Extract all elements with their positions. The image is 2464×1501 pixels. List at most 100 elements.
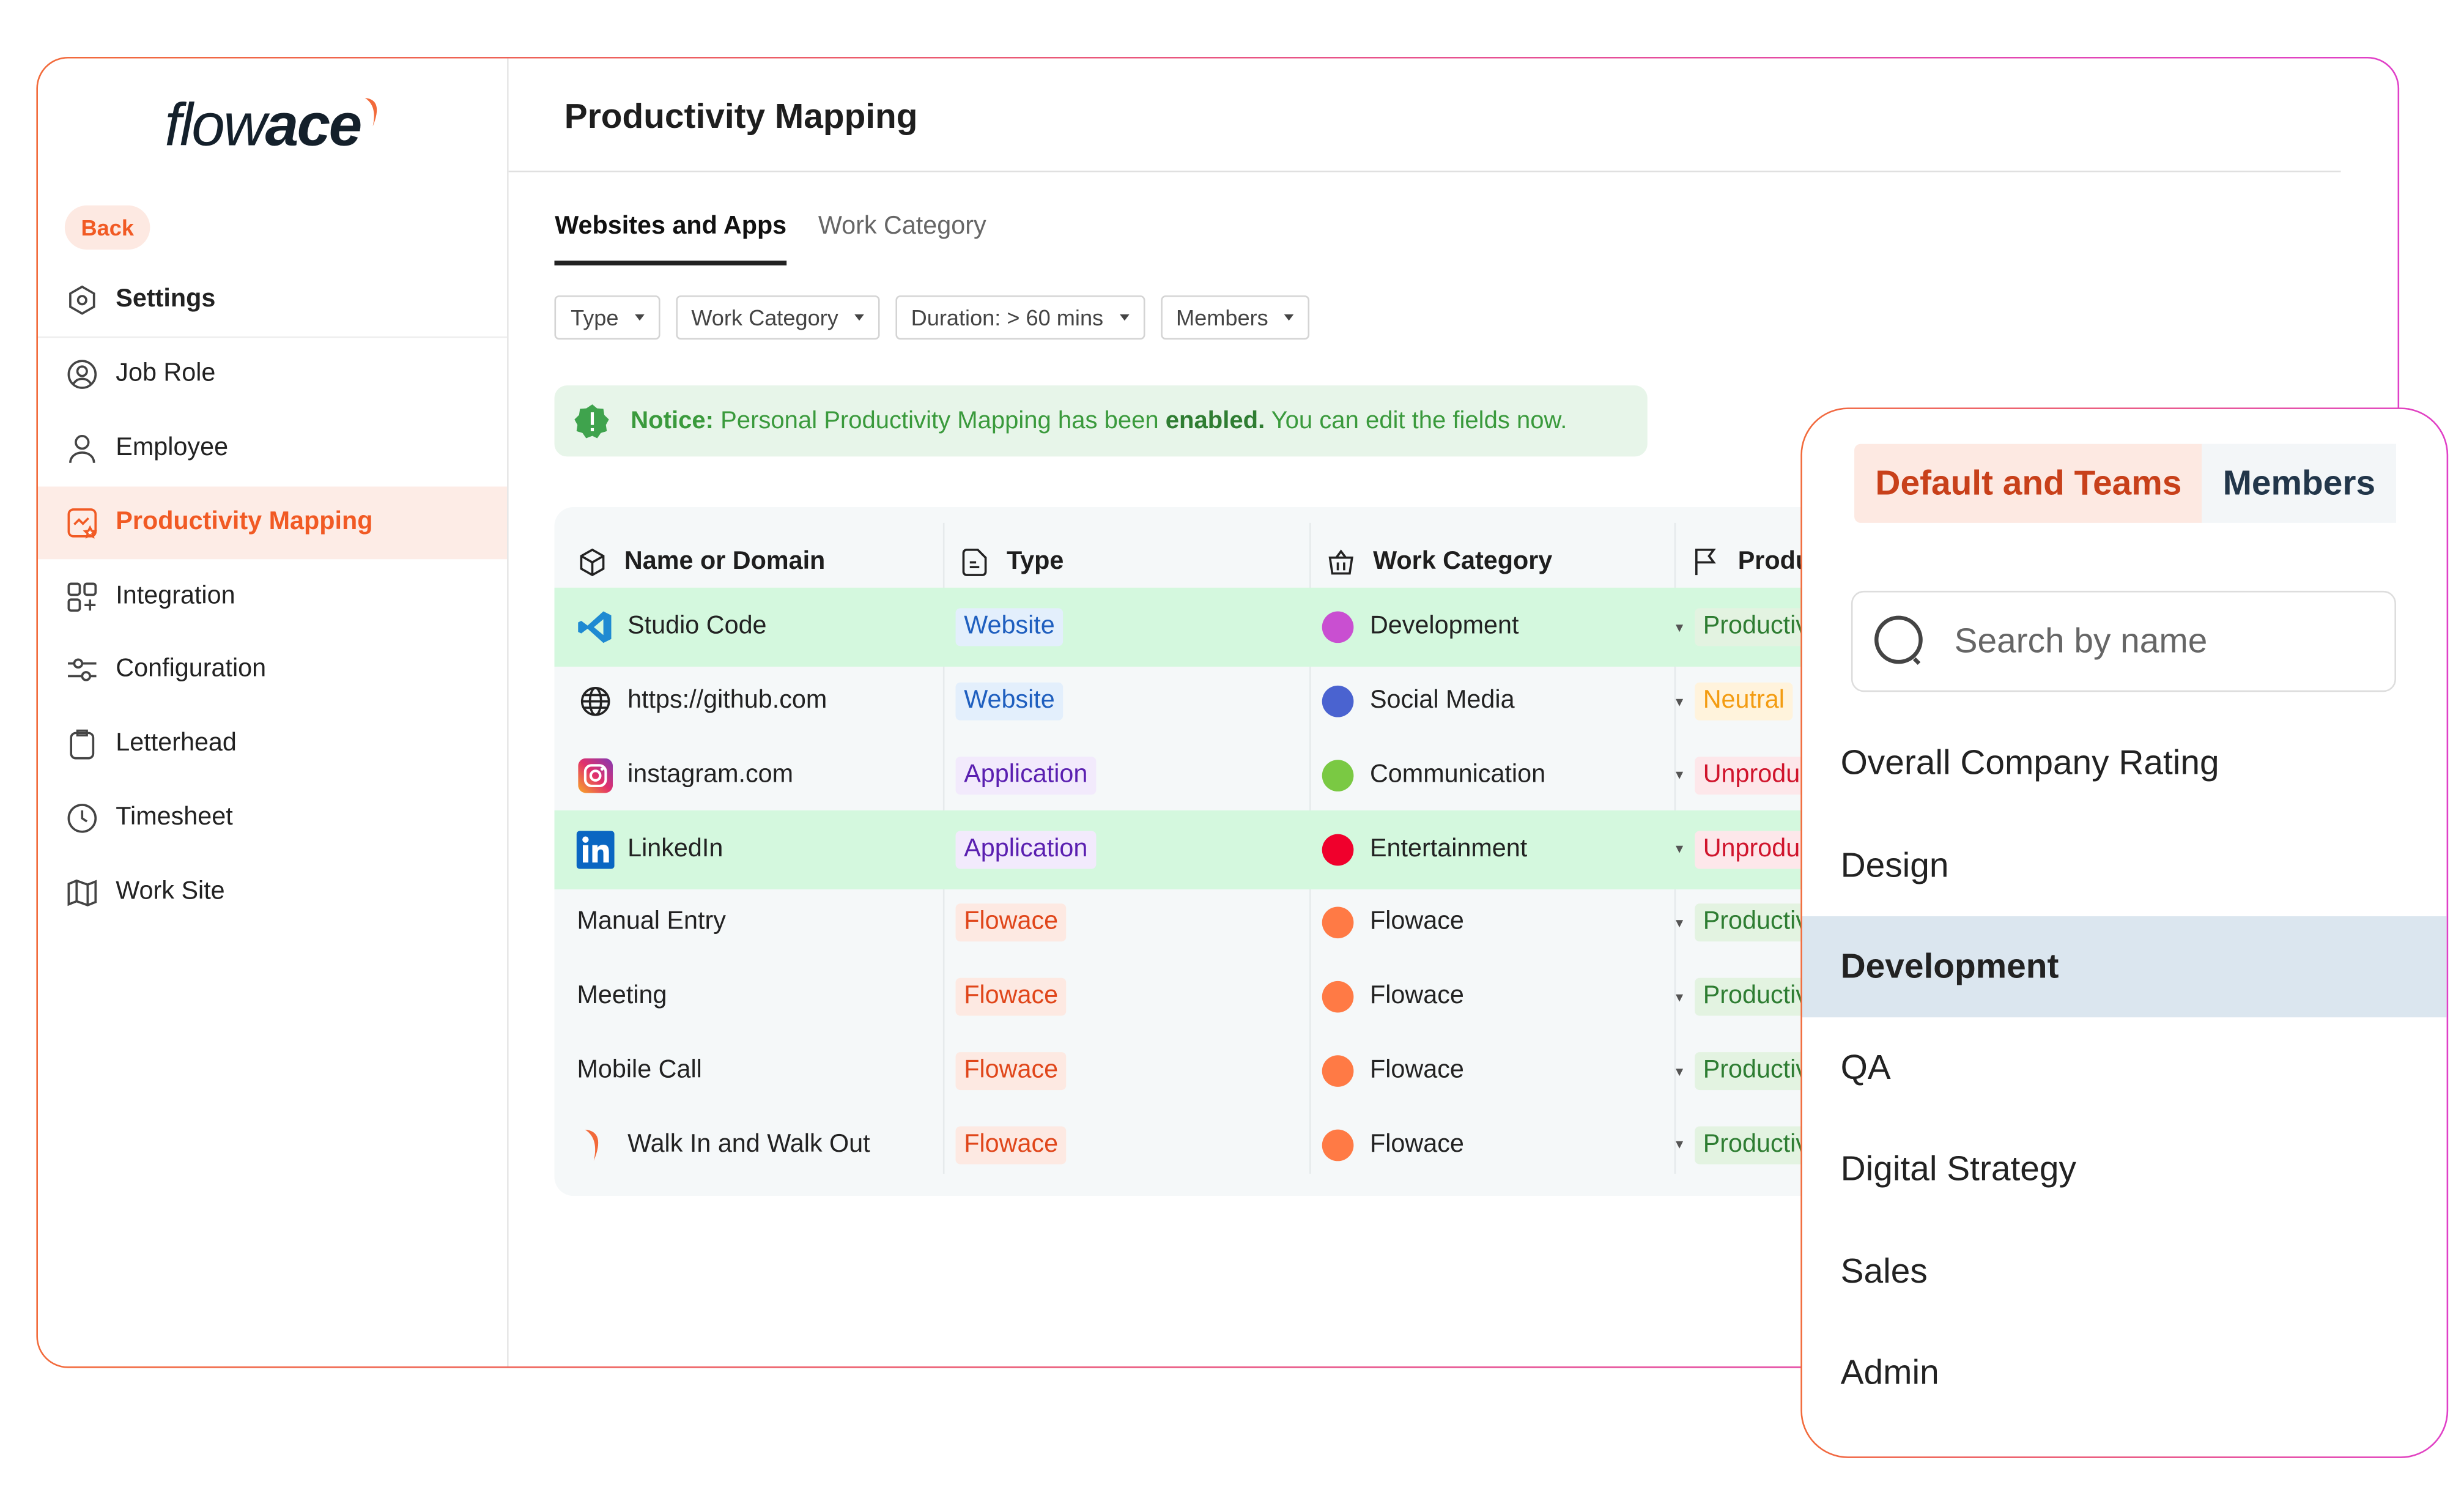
tab-websites-and-apps[interactable]: Websites and Apps bbox=[555, 213, 787, 266]
sliders-icon bbox=[67, 654, 98, 686]
productivity-dropdown[interactable]: Productiv bbox=[1695, 978, 1816, 1017]
productivity-dropdown[interactable]: Productiv bbox=[1695, 1052, 1816, 1091]
team-option[interactable]: Sales bbox=[1803, 1221, 2446, 1322]
sidebar-item-work-site[interactable]: Work Site bbox=[39, 857, 508, 930]
caret-down-icon[interactable]: ▼ bbox=[1673, 842, 1685, 856]
back-button[interactable]: Back bbox=[65, 206, 150, 250]
filter-dropdown[interactable]: Work Category bbox=[675, 295, 879, 341]
filter-dropdown[interactable]: Type bbox=[555, 295, 660, 341]
sidebar-item-employee[interactable]: Employee bbox=[39, 413, 508, 486]
sidebar-item-job-role[interactable]: Job Role bbox=[39, 338, 508, 411]
productivity-dropdown[interactable]: Productiv bbox=[1695, 904, 1816, 943]
settings-hexagon-icon bbox=[67, 285, 98, 317]
divider bbox=[509, 171, 2342, 173]
caret-down-icon[interactable]: ▼ bbox=[1673, 768, 1685, 782]
team-option[interactable]: Digital Strategy bbox=[1803, 1119, 2446, 1220]
category-color-dot bbox=[1322, 833, 1355, 865]
linkedin-icon bbox=[577, 830, 615, 869]
caret-down-icon[interactable]: ▼ bbox=[1673, 916, 1685, 930]
table-row[interactable]: https://github.com Website Social Media … bbox=[555, 662, 1976, 741]
table-row[interactable]: Mobile Call Flowace Flowace ▼ Productiv bbox=[555, 1032, 1976, 1111]
sidebar-item-integration[interactable]: Integration bbox=[39, 561, 508, 634]
sidebar-item-label: Letterhead bbox=[116, 730, 237, 757]
header-work-category[interactable]: Work Category bbox=[1326, 539, 1552, 586]
type-badge: Application bbox=[956, 830, 1096, 869]
category-color-dot bbox=[1322, 686, 1355, 717]
user-circle-icon bbox=[67, 359, 98, 391]
notice-banner: Notice: Personal Productivity Mapping ha… bbox=[555, 385, 1648, 458]
type-badge: Application bbox=[956, 756, 1096, 795]
sidebar: flowace Back Settings Job Role Employee … bbox=[38, 59, 509, 1366]
chart-star-icon bbox=[67, 508, 98, 539]
search-input[interactable]: Search by name bbox=[1851, 591, 2397, 692]
type-badge: Website bbox=[956, 609, 1063, 647]
productivity-dropdown[interactable]: Productiv bbox=[1695, 1126, 1816, 1165]
caret-down-icon[interactable]: ▼ bbox=[1673, 1064, 1685, 1078]
vscode-icon bbox=[577, 609, 615, 647]
sidebar-item-label: Work Site bbox=[116, 878, 225, 906]
category-color-dot bbox=[1322, 612, 1355, 643]
sidebar-item-label: Job Role bbox=[116, 360, 216, 388]
clock-icon bbox=[67, 803, 98, 835]
tab-work-category[interactable]: Work Category bbox=[818, 213, 986, 265]
document-icon bbox=[963, 549, 988, 577]
sidebar-item-letterhead[interactable]: Letterhead bbox=[39, 708, 508, 781]
flowace-logo: flowace bbox=[165, 94, 377, 161]
caret-down-icon[interactable]: ▼ bbox=[1673, 990, 1685, 1004]
type-badge: Flowace bbox=[956, 978, 1066, 1017]
table-row[interactable]: Studio Code Website Development ▼ Product… bbox=[555, 588, 1977, 667]
category-color-dot bbox=[1322, 907, 1355, 940]
instagram-icon bbox=[577, 758, 615, 793]
filter-dropdown[interactable]: Duration: > 60 mins bbox=[895, 295, 1145, 341]
type-badge: Flowace bbox=[956, 1126, 1066, 1165]
mapping-table: Name or Domain Type Work Category Produ … bbox=[555, 507, 1977, 1196]
caret-down-icon bbox=[854, 314, 864, 322]
sidebar-item-settings[interactable]: Settings bbox=[38, 264, 508, 339]
caret-down-icon bbox=[1119, 314, 1129, 322]
sidebar-item-label: Employee bbox=[116, 435, 229, 462]
category-color-dot bbox=[1322, 1055, 1355, 1088]
caret-down-icon[interactable]: ▼ bbox=[1673, 1138, 1685, 1152]
tab-members[interactable]: Members bbox=[2202, 444, 2396, 524]
productivity-dropdown[interactable]: Neutral bbox=[1695, 682, 1793, 721]
caret-down-icon bbox=[1284, 314, 1294, 322]
caret-down-icon[interactable]: ▼ bbox=[1673, 620, 1685, 634]
sidebar-item-label: Settings bbox=[116, 286, 216, 314]
category-color-dot bbox=[1322, 981, 1355, 1014]
type-badge: Flowace bbox=[956, 904, 1066, 943]
table-row[interactable]: Manual Entry Flowace Flowace ▼ Productiv bbox=[555, 884, 1976, 963]
table-row[interactable]: Walk In and Walk Out Flowace Flowace ▼ Pr… bbox=[555, 1106, 1976, 1185]
sidebar-item-configuration[interactable]: Configuration bbox=[39, 634, 508, 706]
category-color-dot bbox=[1322, 759, 1355, 791]
header-type[interactable]: Type bbox=[959, 539, 1064, 586]
team-option[interactable]: Admin bbox=[1803, 1322, 2446, 1423]
user-icon bbox=[67, 433, 98, 465]
team-option[interactable]: Overall Company Rating bbox=[1803, 713, 2446, 814]
table-row[interactable]: instagram.com Application Communication … bbox=[555, 736, 1976, 815]
table-row[interactable]: LinkedIn Application Entertainment ▼ Unpr… bbox=[555, 810, 1977, 889]
box-icon bbox=[580, 549, 605, 577]
type-badge: Flowace bbox=[956, 1052, 1066, 1091]
search-icon bbox=[1874, 616, 1923, 665]
sidebar-item-label: Productivity Mapping bbox=[116, 509, 373, 536]
map-icon bbox=[67, 877, 98, 909]
table-row[interactable]: Meeting Flowace Flowace ▼ Productiv bbox=[555, 958, 1976, 1037]
header-name-or-domain[interactable]: Name or Domain bbox=[577, 539, 825, 586]
team-option[interactable]: QA bbox=[1803, 1018, 2446, 1119]
sidebar-item-label: Configuration bbox=[116, 656, 267, 683]
sidebar-item-productivity-mapping[interactable]: Productivity Mapping bbox=[38, 487, 508, 560]
tab-default-and-teams[interactable]: Default and Teams bbox=[1854, 444, 2203, 524]
sidebar-item-timesheet[interactable]: Timesheet bbox=[39, 782, 508, 855]
clipboard-icon bbox=[67, 728, 98, 760]
header-productivity[interactable]: Produ bbox=[1690, 539, 1811, 586]
team-option[interactable]: Design bbox=[1803, 815, 2446, 916]
productivity-dropdown[interactable]: Productiv bbox=[1695, 609, 1816, 647]
caret-down-icon[interactable]: ▼ bbox=[1673, 694, 1685, 708]
team-selector-popup: Default and Teams Members Search by name… bbox=[1800, 407, 2449, 1458]
page-title: Productivity Mapping bbox=[564, 97, 918, 136]
team-option[interactable]: Development bbox=[1802, 916, 2446, 1017]
caret-down-icon bbox=[634, 314, 644, 322]
filter-dropdown[interactable]: Members bbox=[1160, 295, 1309, 341]
alert-badge-icon bbox=[575, 404, 610, 438]
category-color-dot bbox=[1322, 1129, 1355, 1162]
